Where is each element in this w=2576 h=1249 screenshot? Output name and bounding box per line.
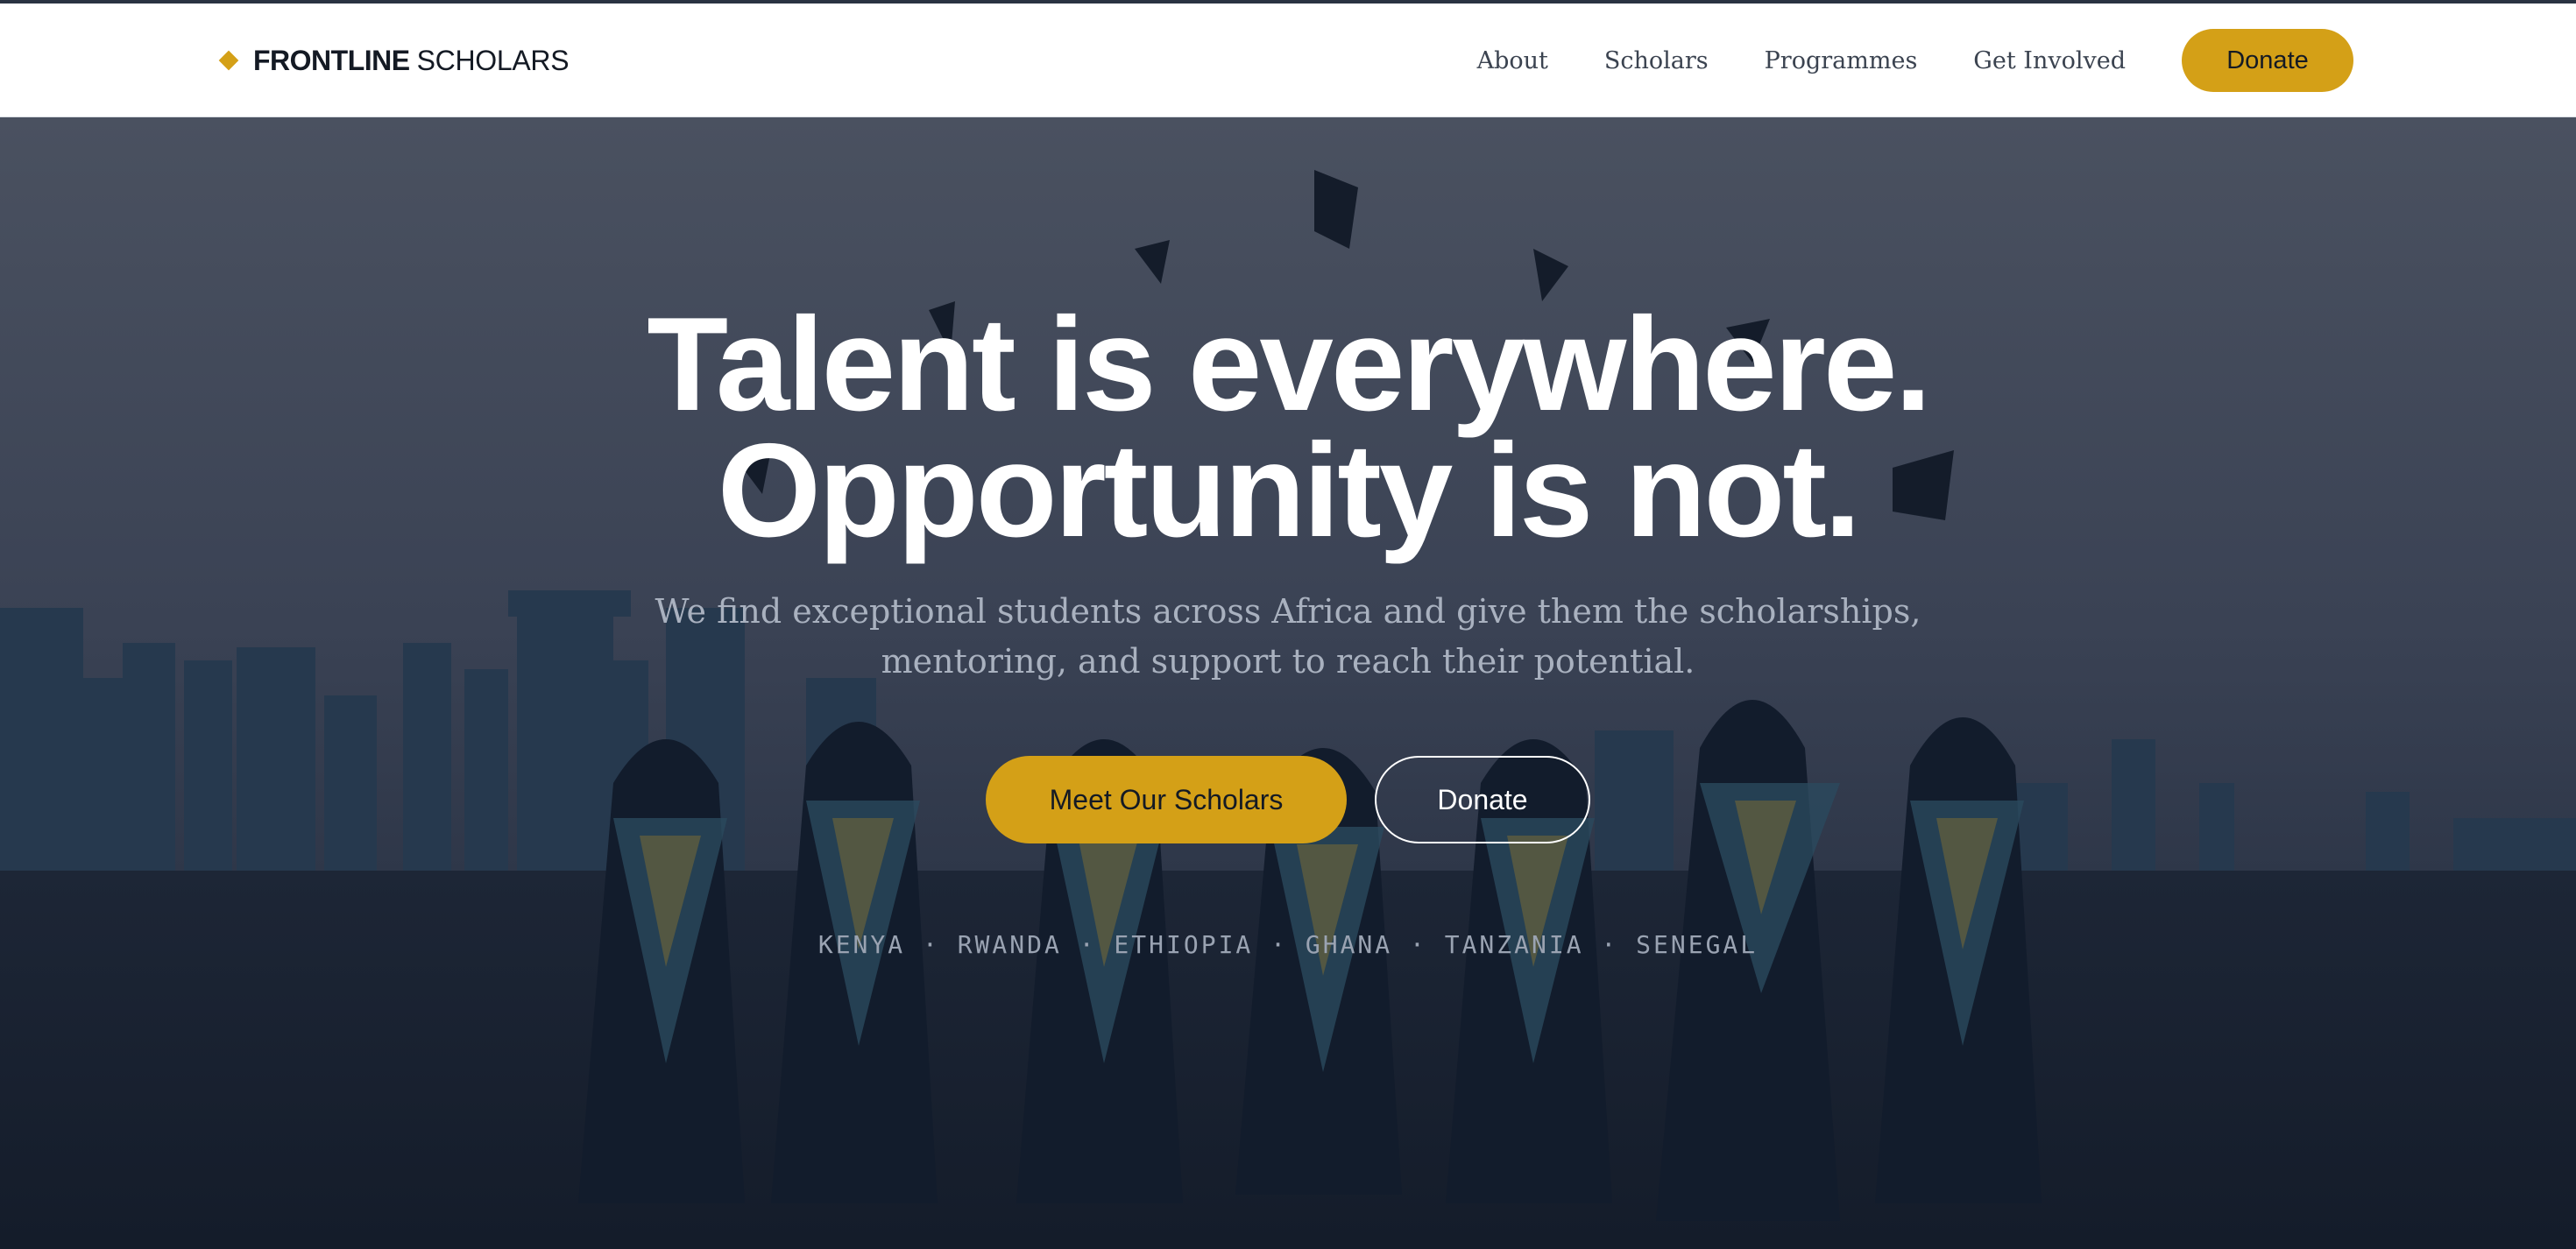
hero-content: Talent is everywhere. Opportunity is not… — [0, 117, 2576, 1249]
hero-headline-line-1: Talent is everywhere. — [647, 290, 1931, 439]
hero-donate-button[interactable]: Donate — [1375, 756, 1590, 843]
logo-wordmark-bold: FRONTLINE — [253, 44, 410, 76]
hero-headline-line-2: Opportunity is not. — [717, 416, 1861, 565]
nav-link-scholars[interactable]: Scholars — [1604, 47, 1709, 74]
nav-link-get-involved[interactable]: Get Involved — [1973, 47, 2126, 74]
header-donate-button[interactable]: Donate — [2182, 29, 2353, 92]
countries-list: KENYA · RWANDA · ETHIOPIA · GHANA · TANZ… — [817, 930, 1759, 959]
logo-wordmark-light: SCHOLARS — [416, 44, 570, 76]
site-header: FRONTLINE SCHOLARS About Scholars Progra… — [0, 4, 2576, 117]
hero-section: Talent is everywhere. Opportunity is not… — [0, 117, 2576, 1249]
meet-our-scholars-button[interactable]: Meet Our Scholars — [986, 756, 1347, 843]
nav-link-about[interactable]: About — [1477, 47, 1548, 74]
nav-link-programmes[interactable]: Programmes — [1765, 47, 1918, 74]
site-logo[interactable]: FRONTLINE SCHOLARS — [218, 4, 570, 117]
hero-subtitle: We find exceptional students across Afri… — [655, 592, 1921, 681]
main-nav: About Scholars Programmes Get Involved D… — [1421, 4, 2353, 117]
diamond-icon — [218, 50, 239, 71]
